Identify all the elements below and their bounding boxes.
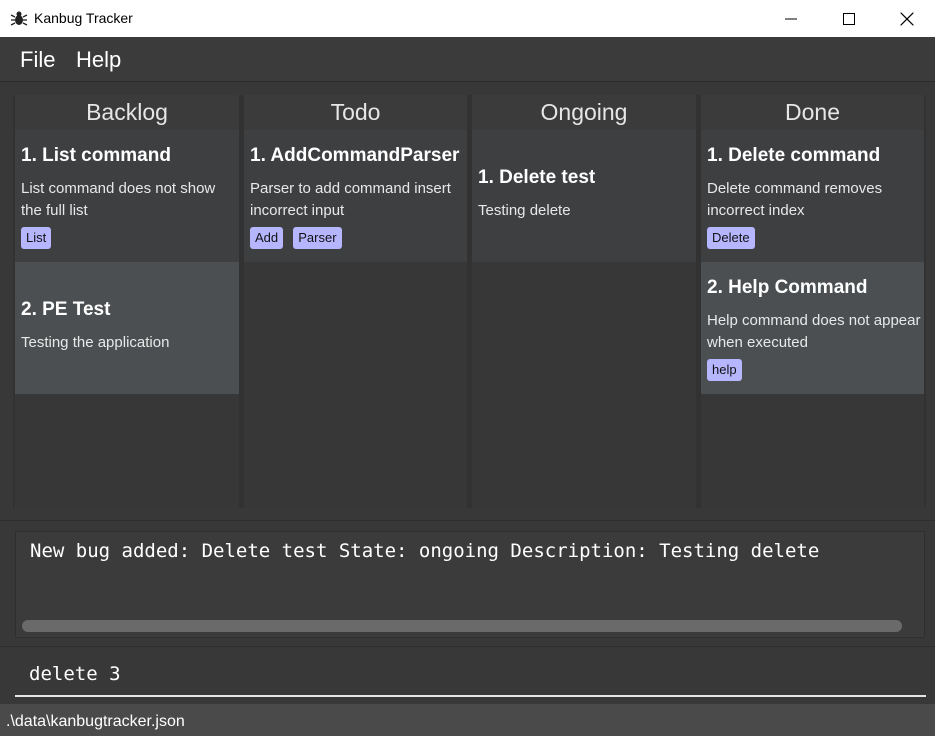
minimize-icon	[785, 18, 797, 19]
tag: Add	[250, 227, 284, 249]
column-ongoing: Ongoing 1. Delete test Testing delete	[472, 95, 696, 508]
tag-list: List	[21, 227, 56, 249]
card-description: List command does not show the full list	[21, 180, 216, 219]
card-description: Parser to add command insert incorrect i…	[250, 180, 451, 219]
card-description: Testing the application	[21, 334, 170, 351]
card-description: Help command does not appear when execut…	[707, 312, 921, 351]
result-pane: New bug added: Delete test State: ongoin…	[0, 520, 935, 645]
command-input[interactable]	[15, 653, 926, 697]
tag: Parser	[293, 227, 342, 249]
kanban-board: Backlog 1. List command List command doe…	[13, 95, 926, 508]
bug-card[interactable]: 1. Delete command Delete command removes…	[701, 130, 924, 262]
result-display[interactable]: New bug added: Delete test State: ongoin…	[15, 531, 925, 638]
column-header: Done	[701, 95, 924, 130]
bug-icon	[10, 11, 28, 26]
maximize-icon	[843, 12, 855, 25]
window-title: Kanbug Tracker	[34, 10, 133, 26]
column-header: Backlog	[15, 95, 239, 130]
column-header: Todo	[244, 95, 467, 130]
card-title: 1. Delete test	[478, 167, 596, 188]
minimize-button[interactable]	[762, 0, 820, 37]
card-title: 2. PE Test	[21, 299, 111, 320]
close-icon	[900, 12, 914, 25]
save-file-path: .\data\kanbugtracker.json	[6, 713, 185, 730]
horizontal-scrollbar[interactable]	[22, 620, 902, 632]
tag-list: Delete	[707, 227, 760, 249]
card-title: 1. AddCommandParser	[250, 145, 460, 166]
column-backlog: Backlog 1. List command List command doe…	[15, 95, 239, 508]
menu-bar: File Help	[0, 37, 935, 82]
card-title: 2. Help Command	[707, 277, 868, 298]
card-title: 1. Delete command	[707, 145, 881, 166]
bug-card[interactable]: 1. AddCommandParser Parser to add comman…	[244, 130, 467, 262]
close-button[interactable]	[878, 0, 935, 37]
menu-help[interactable]: Help	[76, 47, 121, 73]
column-header: Ongoing	[472, 95, 696, 130]
card-description: Delete command removes incorrect index	[707, 180, 883, 219]
tag-list: Add Parser	[250, 227, 347, 249]
card-title: 1. List command	[21, 145, 171, 166]
title-bar: Kanbug Tracker	[0, 0, 935, 37]
bug-card[interactable]: 2. Help Command Help command does not ap…	[701, 262, 924, 394]
tag: help	[707, 359, 742, 381]
bug-card[interactable]: 1. Delete test Testing delete	[472, 130, 696, 262]
result-text: New bug added: Delete test State: ongoin…	[30, 540, 820, 562]
menu-file[interactable]: File	[20, 47, 55, 73]
card-description: Testing delete	[478, 202, 571, 219]
tag: Delete	[707, 227, 755, 249]
bug-card[interactable]: 2. PE Test Testing the application	[15, 262, 239, 394]
tag-list: help	[707, 359, 747, 381]
column-done: Done 1. Delete command Delete command re…	[701, 95, 924, 508]
status-bar: .\data\kanbugtracker.json	[0, 704, 935, 736]
maximize-button[interactable]	[820, 0, 878, 37]
column-todo: Todo 1. AddCommandParser Parser to add c…	[244, 95, 467, 508]
bug-card[interactable]: 1. List command List command does not sh…	[15, 130, 239, 262]
command-pane	[0, 646, 935, 704]
tag: List	[21, 227, 52, 249]
